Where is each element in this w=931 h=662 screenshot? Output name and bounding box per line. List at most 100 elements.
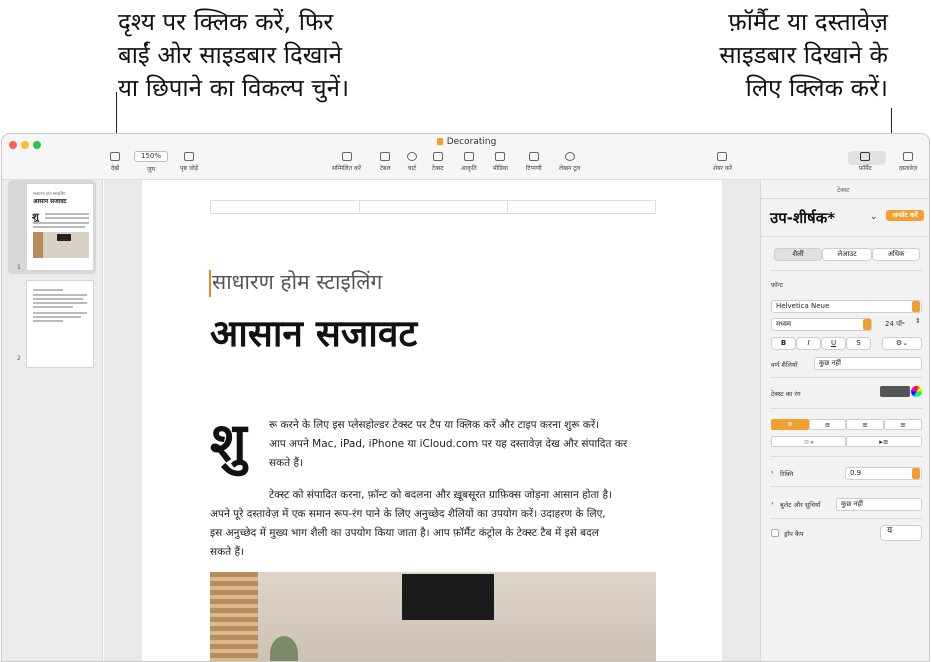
- thumb-text-line: [33, 302, 87, 304]
- text-color-label: टेक्स्ट का रंग: [771, 390, 801, 398]
- document-canvas[interactable]: साधारण होम स्टाइलिंग आसान सजावट शु रू कर…: [104, 180, 760, 661]
- body-paragraph-1[interactable]: रू करने के लिए इस प्लेसहोल्डर टेक्स्ट पर…: [269, 416, 639, 473]
- bold-button[interactable]: B: [771, 337, 796, 350]
- font-family-stepper[interactable]: [912, 301, 920, 312]
- room-photo[interactable]: [210, 572, 656, 661]
- font-size-stepper[interactable]: ⇕: [915, 317, 921, 325]
- document-title[interactable]: आसान सजावट: [210, 306, 417, 357]
- update-style-button[interactable]: अपडेट करें: [886, 210, 924, 221]
- thumb-text-line: [33, 226, 85, 228]
- thumb-text-line: [33, 312, 87, 314]
- paragraph-style-name[interactable]: उप-शीर्षक*: [770, 208, 835, 228]
- text-box-icon: [432, 152, 443, 161]
- chart-button[interactable]: चार्ट: [407, 152, 417, 172]
- callout-view-sidebar: दृश्य पर क्लिक करें, फिर बाईं ओर साइडबार…: [118, 6, 408, 105]
- header-placeholder[interactable]: [210, 200, 656, 214]
- shape-button[interactable]: आकृति: [461, 152, 477, 172]
- zoom-value[interactable]: 150%: [134, 151, 168, 162]
- align-center-button[interactable]: ≡: [809, 419, 846, 430]
- comment-button[interactable]: टिप्पणी: [526, 152, 542, 172]
- color-wheel-icon[interactable]: [911, 386, 922, 397]
- share-button[interactable]: शेयर करें: [713, 152, 732, 172]
- add-page-button[interactable]: पृष्ठ जोड़ें: [180, 152, 198, 172]
- callout-line: लिए क्लिक करें।: [745, 74, 888, 102]
- paintbrush-icon: [860, 152, 871, 161]
- page-thumbnails-sidebar: साधारण होम स्टाइलिंग आसान सजावट शु 1 2: [2, 180, 103, 661]
- pen-icon: [564, 152, 575, 161]
- tab-style[interactable]: शैली: [774, 248, 822, 261]
- paragraph-icon: [341, 152, 352, 161]
- photo-icon: [495, 152, 506, 161]
- underline-button[interactable]: U: [821, 337, 846, 350]
- text-cursor: [209, 270, 211, 297]
- character-styles-select[interactable]: कुछ नहीं: [814, 357, 922, 370]
- page-thumbnail-2[interactable]: [26, 280, 94, 368]
- table-button[interactable]: टेबल: [380, 152, 391, 172]
- tab-layout[interactable]: लेआउट: [822, 248, 872, 261]
- spacing-stepper[interactable]: [912, 468, 920, 479]
- page-number: 1: [17, 264, 21, 271]
- body-paragraph-2[interactable]: टेक्स्ट को संपादित करना, फ़ॉन्ट को बदलना…: [210, 486, 656, 562]
- callout-line: या छिपाने का विकल्प चुनें।: [118, 74, 350, 102]
- thumb-dropcap: शु: [32, 212, 39, 223]
- font-label: फ़ॉन्ट: [771, 281, 784, 289]
- document-button[interactable]: दस्तावेज़: [899, 152, 917, 172]
- strikethrough-button[interactable]: S: [846, 337, 871, 350]
- document-icon: [903, 152, 914, 161]
- font-weight-stepper[interactable]: [863, 319, 871, 330]
- text-box-button[interactable]: टेक्स्ट: [432, 152, 444, 172]
- font-size-field[interactable]: 24 पॉ॰: [885, 320, 905, 329]
- insert-button[interactable]: सम्मिलित करें: [332, 152, 361, 172]
- spacing-select[interactable]: 0.9: [845, 467, 922, 480]
- media-button[interactable]: मीडिया: [493, 152, 508, 172]
- thumb-text-line: [33, 316, 81, 318]
- chevron-down-icon[interactable]: ⌄: [870, 212, 878, 222]
- font-weight-select[interactable]: मध्यम: [771, 318, 872, 331]
- thumb-title: आसान सजावट: [33, 198, 67, 205]
- justify-button[interactable]: ≡: [884, 419, 922, 430]
- text-options-button[interactable]: ⚙⌄: [882, 337, 922, 350]
- disclosure-icon[interactable]: ›: [771, 468, 774, 476]
- format-sidebar: टेक्स्ट उप-शीर्षक* ⌄ अपडेट करें शैली लेआ…: [760, 180, 929, 661]
- thumb-text-line: [33, 289, 63, 291]
- sidebar-icon: [110, 152, 120, 161]
- pages-window: Decorating देखें 150% ज़ूम पृष्ठ जोड़ें स…: [1, 133, 930, 662]
- document-page[interactable]: साधारण होम स्टाइलिंग आसान सजावट शु रू कर…: [142, 180, 722, 661]
- thumb-photo: [33, 232, 89, 258]
- thumb-text-line: [33, 298, 83, 300]
- table-icon: [380, 152, 391, 161]
- increase-indent-button[interactable]: ▸≡: [846, 436, 922, 447]
- thumb-text-line: [33, 306, 73, 308]
- plus-icon: [184, 152, 195, 161]
- pen-tool-button[interactable]: लेखन टूल: [559, 152, 580, 172]
- comment-icon: [528, 152, 539, 161]
- disclosure-icon[interactable]: ›: [771, 499, 774, 507]
- shape-icon: [463, 152, 474, 161]
- bullets-select[interactable]: कुछ नहीं: [836, 498, 922, 511]
- thumb-text-line: [45, 213, 89, 215]
- thumb-text-line: [33, 222, 89, 224]
- document-icon: [436, 138, 443, 145]
- italic-button[interactable]: I: [796, 337, 821, 350]
- drop-cap-style-select[interactable]: य: [880, 525, 922, 541]
- tab-more[interactable]: अधिक: [872, 248, 920, 261]
- align-left-button[interactable]: ≡: [771, 419, 809, 430]
- callout-line: फ़ॉर्मैट या दस्तावेज़: [728, 8, 888, 36]
- thumb-text-line: [45, 217, 89, 219]
- decrease-indent-button[interactable]: ≡◂: [771, 436, 846, 447]
- document-subtitle[interactable]: साधारण होम स्टाइलिंग: [212, 268, 382, 296]
- television: [402, 574, 494, 620]
- text-color-well[interactable]: [880, 386, 910, 397]
- drop-cap-checkbox[interactable]: [771, 529, 779, 537]
- font-family-select[interactable]: Helvetica Neue: [771, 300, 922, 313]
- page-number: 2: [17, 355, 21, 362]
- format-button[interactable]: फ़ॉर्मैट: [859, 152, 872, 172]
- thumb-text-line: [33, 320, 63, 322]
- align-right-button[interactable]: ≡: [846, 419, 884, 430]
- share-icon: [717, 152, 728, 161]
- view-button[interactable]: देखें: [110, 152, 120, 172]
- zoom-menu[interactable]: 150% ज़ूम: [134, 151, 168, 173]
- spacing-label: रिक्ति: [780, 470, 794, 478]
- page-thumbnail-1[interactable]: साधारण होम स्टाइलिंग आसान सजावट शु: [26, 183, 94, 271]
- drop-cap[interactable]: शु: [210, 412, 247, 474]
